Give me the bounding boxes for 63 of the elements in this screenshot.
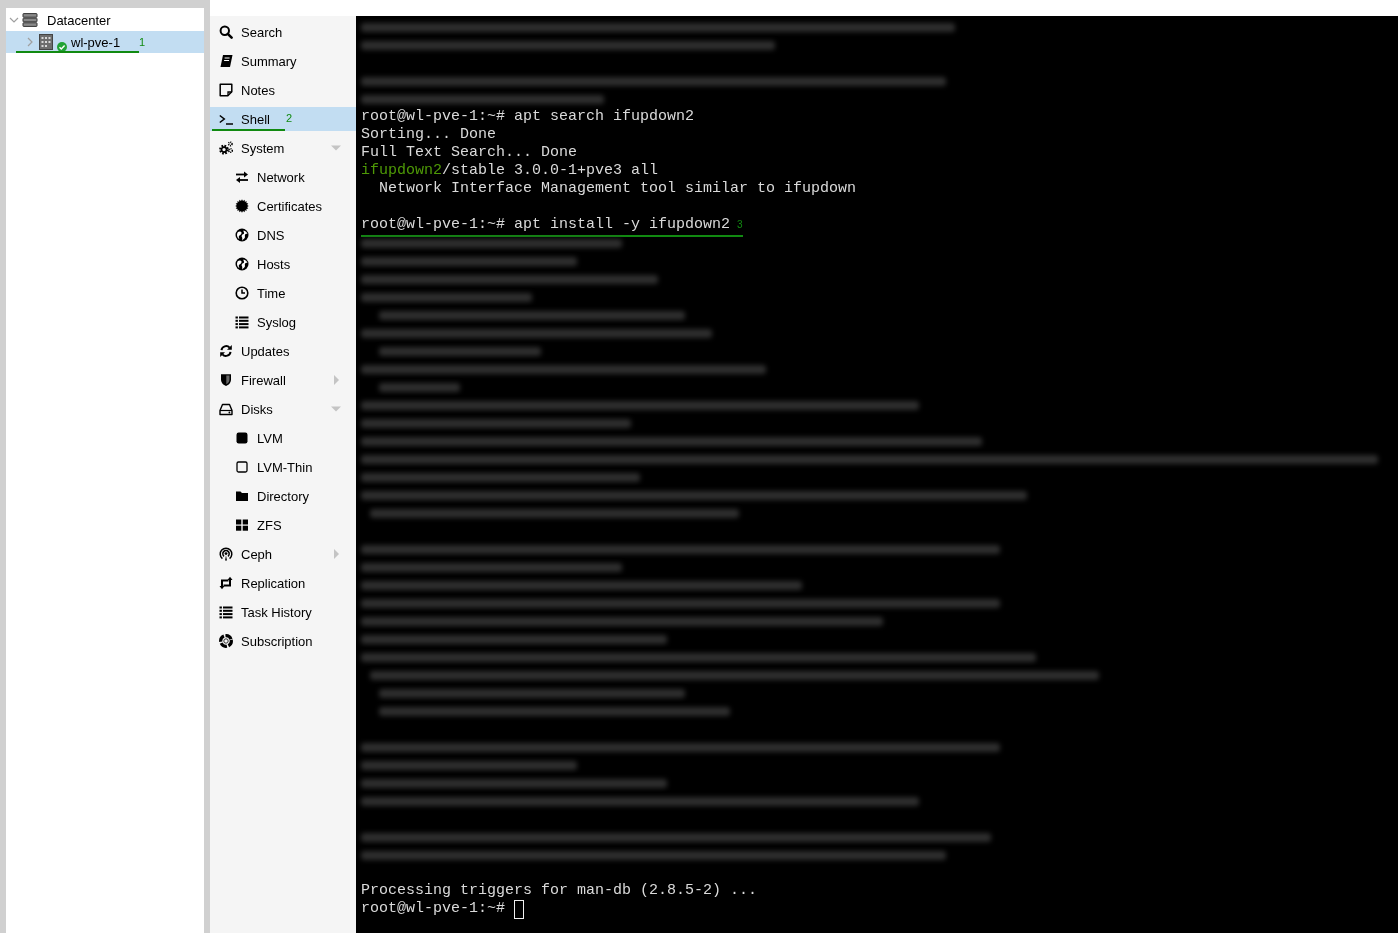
menu-item[interactable]: System [210,136,356,160]
lifebuoy-icon [219,634,233,648]
caret-icon[interactable] [331,404,341,414]
shield-icon [219,373,233,387]
terminal-line: root@wl-pve-1:~# apt search ifupdown2 [361,108,695,126]
menu-item[interactable]: Network [210,165,356,189]
tree-item[interactable]: Datacenter [6,9,204,31]
menu-item[interactable]: LVM-Thin [210,455,356,479]
menu-item[interactable]: Disks [210,397,356,421]
menu-item[interactable]: Directory [210,484,356,508]
menu-item[interactable]: Hosts [210,252,356,276]
terminal-line: Processing triggers for man-db (2.8.5-2) ... [361,882,758,900]
terminal-icon [219,112,233,126]
globe-icon [235,257,249,271]
annotation-number: 2 [286,111,293,126]
book-icon [219,54,233,68]
search-icon [219,25,233,39]
chevron-icon[interactable] [9,15,19,25]
server-icon [39,34,53,50]
server-stack-icon [22,13,38,27]
note-icon [219,83,233,97]
seal-icon [235,199,249,213]
caret-icon[interactable] [331,375,341,385]
broadcast-icon [219,547,233,561]
square-icon [235,431,249,445]
caret-icon[interactable] [331,143,341,153]
menu-item[interactable]: Subscription [210,629,356,653]
caret-icon[interactable] [331,549,341,559]
menu-item[interactable]: Syslog [210,310,356,334]
grid-icon [235,518,249,532]
repeat-arrows-icon [219,576,233,590]
globe-icon [235,228,249,242]
menu-item[interactable]: ZFS [210,513,356,537]
terminal-line: ifupdown2/stable 3.0.0-1+pve3 all [361,162,659,180]
hard-drive-icon [219,402,233,416]
gears-icon [219,141,233,155]
terminal-line: root@wl-pve-1:~# apt install -y ifupdown2 [361,216,731,234]
terminal-line: Network Interface Management tool similar to ifupdown [379,180,857,198]
refresh-icon [219,344,233,358]
menu-item[interactable]: DNS [210,223,356,247]
terminal-line: root@wl-pve-1:~# [361,900,506,918]
menu-item[interactable]: Notes [210,78,356,102]
square-outline-icon [235,460,249,474]
menu-item[interactable]: Summary [210,49,356,73]
list-icon [219,605,233,619]
menu-item[interactable]: Time [210,281,356,305]
folder-icon [235,489,249,503]
menu-item[interactable]: Task History [210,600,356,624]
menu-item[interactable]: Updates [210,339,356,363]
list-icon [235,315,249,329]
terminal-line: Full Text Search... Done [361,144,578,162]
terminal-line: Sorting... Done [361,126,497,144]
menu-item[interactable]: Firewall [210,368,356,392]
menu-item[interactable]: LVM [210,426,356,450]
annotation-number: 3 [737,219,743,230]
exchange-arrows-icon [235,170,249,184]
chevron-icon[interactable] [25,37,35,47]
menu-item[interactable]: Replication [210,571,356,595]
menu-item[interactable]: Search [210,20,356,44]
menu-item[interactable]: Ceph [210,542,356,566]
menu-item[interactable]: Certificates [210,194,356,218]
clock-icon [235,286,249,300]
annotation-number: 1 [139,35,146,50]
